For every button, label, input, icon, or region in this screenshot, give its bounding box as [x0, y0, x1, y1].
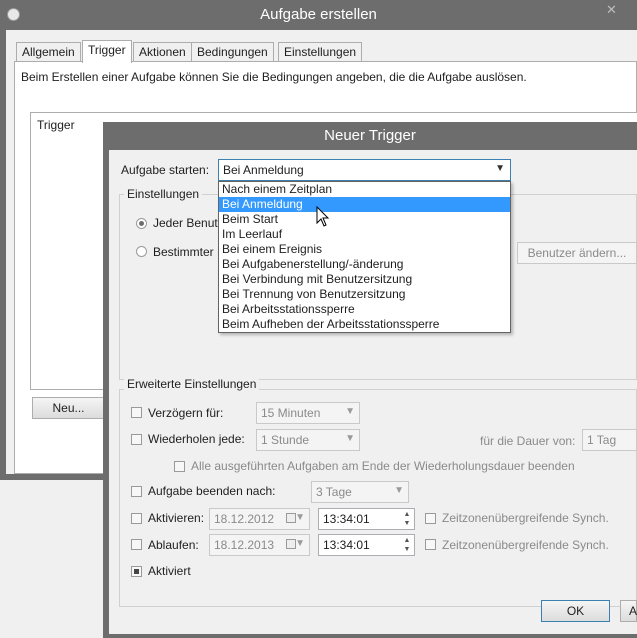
repeat-checkbox[interactable] [131, 434, 142, 445]
chevron-down-icon[interactable]: ▼ [394, 485, 404, 496]
change-user-button[interactable]: Benutzer ändern... [517, 242, 637, 264]
expire-sync-checkbox[interactable] [425, 539, 436, 550]
expire-time-input[interactable]: 13:34:01 ▲ ▼ [318, 534, 415, 556]
duration-label: für die Dauer von: [480, 434, 576, 448]
stop-all-label: Alle ausgeführten Aufgaben am Ende der W… [191, 459, 575, 473]
dropdown-option-selected[interactable]: Bei Anmeldung [219, 197, 510, 212]
chevron-down-icon[interactable]: ▼ [345, 406, 355, 417]
trigger-list-header[interactable]: Trigger [37, 118, 75, 132]
chevron-down-icon[interactable]: ▼ [295, 512, 305, 523]
tab-label: Bedingungen [197, 45, 268, 59]
delay-value: 15 Minuten [261, 406, 321, 420]
start-task-label: Aufgabe starten: [121, 163, 210, 177]
dialog-title: Neuer Trigger [324, 127, 416, 144]
tab-allgemein[interactable]: Allgemein [16, 42, 81, 62]
tab-label: Aktionen [139, 45, 186, 59]
close-icon[interactable]: ✕ [606, 2, 617, 18]
trigger-description: Beim Erstellen einer Aufgabe können Sie … [21, 70, 527, 84]
new-trigger-button[interactable]: Neu... [32, 397, 105, 419]
stop-after-label: Aufgabe beenden nach: [148, 484, 276, 498]
enabled-checkbox[interactable] [131, 566, 142, 577]
expire-checkbox[interactable] [131, 539, 142, 550]
dropdown-option[interactable]: Beim Aufheben der Arbeitsstationssperre [219, 317, 510, 332]
duration-combobox[interactable]: 1 Tag [582, 429, 637, 451]
specific-user-radio[interactable] [136, 246, 147, 257]
advanced-group-title: Erweiterte Einstellungen [124, 377, 260, 391]
dropdown-option[interactable]: Beim Start [219, 212, 510, 227]
start-task-value: Bei Anmeldung [223, 163, 304, 177]
expire-label: Ablaufen: [148, 538, 199, 552]
activate-checkbox[interactable] [131, 513, 142, 524]
duration-value: 1 Tag [587, 433, 617, 447]
activate-label: Aktivieren: [148, 511, 205, 525]
dropdown-option[interactable]: Bei Arbeitsstationssperre [219, 302, 510, 317]
stop-after-checkbox[interactable] [131, 486, 142, 497]
cancel-button[interactable]: A [620, 600, 637, 622]
expire-time-value: 13:34:01 [323, 538, 370, 552]
mouse-cursor-icon [316, 206, 330, 227]
tab-label: Trigger [88, 43, 126, 57]
tab-bedingungen[interactable]: Bedingungen [191, 42, 274, 62]
dialog-client-area: Aufgabe starten: Bei Anmeldung ▼ Nach ei… [109, 150, 637, 634]
main-window-title: Aufgabe erstellen [260, 6, 377, 23]
spinner-icon[interactable]: ▲ ▼ [401, 510, 413, 528]
tab-einstellungen[interactable]: Einstellungen [278, 42, 363, 62]
main-titlebar[interactable]: Aufgabe erstellen ✕ [0, 0, 637, 30]
stop-all-checkbox[interactable] [174, 461, 185, 472]
tab-label: Allgemein [22, 45, 75, 59]
expire-date-value: 18.12.2013 [214, 538, 275, 552]
spinner-icon[interactable]: ▲ ▼ [401, 536, 413, 554]
tab-aktionen[interactable]: Aktionen [133, 42, 192, 62]
delay-checkbox[interactable] [131, 407, 142, 418]
ok-button[interactable]: OK [541, 600, 610, 622]
activate-date-picker[interactable]: 18.12.2012 ▼ [209, 508, 310, 530]
specific-user-label: Bestimmter B [153, 245, 226, 259]
new-trigger-dialog: Neuer Trigger Aufgabe starten: Bei Anmel… [103, 122, 637, 638]
delay-combobox[interactable]: 15 Minuten ▼ [256, 402, 360, 424]
any-user-radio[interactable] [136, 218, 147, 229]
activate-sync-label: Zeitzonenübergreifende Synch. [442, 511, 609, 525]
any-user-label: Jeder Benutz [153, 216, 224, 230]
activate-time-input[interactable]: 13:34:01 ▲ ▼ [318, 508, 415, 530]
settings-group-title: Einstellungen [124, 187, 203, 201]
repeat-label: Wiederholen jede: [148, 432, 245, 446]
dropdown-option[interactable]: Bei Aufgabenerstellung/-änderung [219, 257, 510, 272]
dropdown-option[interactable]: Bei Verbindung mit Benutzersitzung [219, 272, 510, 287]
expire-sync-label: Zeitzonenübergreifende Synch. [442, 538, 609, 552]
stop-after-combobox[interactable]: 3 Tage ▼ [311, 481, 409, 503]
chevron-down-icon[interactable]: ▼ [295, 538, 305, 549]
repeat-combobox[interactable]: 1 Stunde ▼ [256, 429, 360, 451]
dropdown-option[interactable]: Im Leerlauf [219, 227, 510, 242]
dropdown-option[interactable]: Bei Trennung von Benutzersitzung [219, 287, 510, 302]
tab-trigger[interactable]: Trigger [82, 40, 132, 63]
expire-date-picker[interactable]: 18.12.2013 ▼ [209, 534, 310, 556]
delay-label: Verzögern für: [148, 406, 224, 420]
enabled-label: Aktiviert [148, 564, 191, 578]
repeat-value: 1 Stunde [261, 433, 310, 447]
activate-sync-checkbox[interactable] [425, 513, 436, 524]
dropdown-option[interactable]: Bei einem Ereignis [219, 242, 510, 257]
tab-label: Einstellungen [284, 45, 357, 59]
dropdown-option[interactable]: Nach einem Zeitplan [219, 182, 510, 197]
start-task-combobox[interactable]: Bei Anmeldung ▼ [218, 159, 511, 181]
chevron-down-icon[interactable]: ▼ [345, 433, 355, 444]
start-task-dropdown[interactable]: Nach einem Zeitplan Bei Anmeldung Beim S… [218, 181, 511, 333]
chevron-down-icon[interactable]: ▼ [495, 163, 505, 174]
stop-after-value: 3 Tage [316, 485, 352, 499]
activate-date-value: 18.12.2012 [214, 512, 275, 526]
activate-time-value: 13:34:01 [323, 512, 370, 526]
